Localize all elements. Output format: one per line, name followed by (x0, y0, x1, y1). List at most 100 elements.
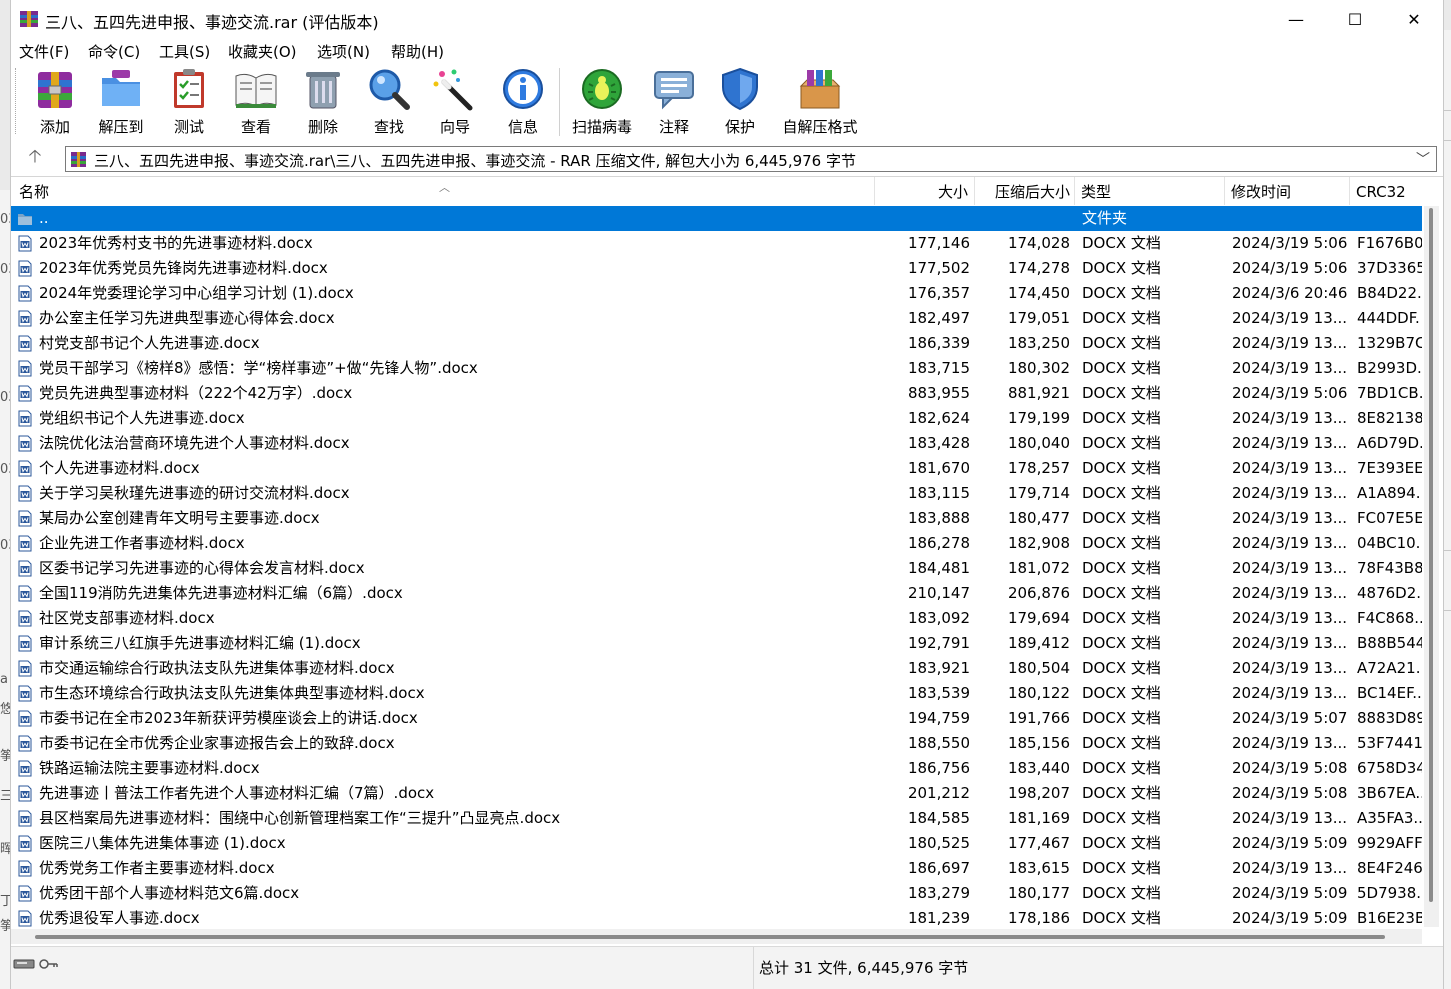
add-button[interactable]: 添加 (31, 66, 79, 138)
file-row[interactable]: 县区档案局先进事迹材料：围绕中心创新管理档案工作“三提升”凸显亮点.docx 18… (11, 806, 1422, 831)
file-row[interactable]: 法院优化法治营商环境先进个人事迹材料.docx 183,428 180,040 DOC… (11, 431, 1422, 456)
column-header-name[interactable]: 名称 ︿ (11, 177, 875, 205)
docx-file-icon (18, 835, 32, 852)
menu-tools[interactable]: 工具(S) (159, 41, 210, 62)
horizontal-scrollbar[interactable] (11, 929, 1422, 944)
row-size: 183,539 (907, 684, 970, 702)
row-name: 优秀党务工作者主要事迹材料.docx (39, 859, 275, 877)
view-button[interactable]: 查看 (229, 66, 283, 138)
row-size: 184,585 (907, 809, 970, 827)
maximize-button[interactable]: ☐ (1326, 0, 1384, 38)
background-window-strip: 0303030303a悠筝三晖丁筝 (0, 190, 10, 989)
file-row[interactable]: 社区党支部事迹材料.docx 183,092 179,694 DOCX 文档 2024/… (11, 606, 1422, 631)
row-modified: 2024/3/19 13... (1232, 334, 1348, 352)
info-button[interactable]: 信息 (499, 66, 547, 138)
docx-file-icon (18, 885, 32, 902)
docx-file-icon (18, 360, 32, 377)
file-row[interactable]: 办公室主任学习先进典型事迹心得体会.docx 182,497 179,051 DOCX… (11, 306, 1422, 331)
parent-folder-row[interactable]: .. 文件夹 (11, 206, 1422, 231)
vertical-scroll-thumb[interactable] (1429, 208, 1433, 902)
winrar-app-icon[interactable] (19, 9, 39, 29)
row-size: 186,339 (907, 334, 970, 352)
toolbar-grip[interactable] (15, 68, 19, 134)
menu-options[interactable]: 选项(N) (317, 41, 370, 62)
row-packed: 185,156 (1007, 734, 1070, 752)
protect-label: 保护 (724, 118, 755, 136)
row-modified: 2024/3/19 13... (1232, 609, 1348, 627)
protect-button[interactable]: 保护 (716, 66, 764, 138)
extract-to-button[interactable]: 解压到 (93, 66, 149, 138)
row-size: 183,279 (907, 884, 970, 902)
column-header-type[interactable]: 类型 (1075, 177, 1225, 205)
docx-file-icon (18, 535, 32, 552)
file-row[interactable]: 全国119消防先进集体先进事迹材料汇编（6篇）.docx 210,147 206,8… (11, 581, 1422, 606)
close-button[interactable]: ✕ (1385, 0, 1443, 38)
file-row[interactable]: 先进事迹丨普法工作者先进个人事迹材料汇编（7篇）.docx 201,212 198,… (11, 781, 1422, 806)
row-modified: 2024/3/19 13... (1232, 734, 1348, 752)
file-row[interactable]: 医院三八集体先进集体事迹 (1).docx 180,525 177,467 DOCX … (11, 831, 1422, 856)
file-row[interactable]: 2023年优秀党员先锋岗先进事迹材料.docx 177,502 174,278 DOC… (11, 256, 1422, 281)
file-row[interactable]: 市生态环境综合行政执法支队先进集体典型事迹材料.docx 183,539 180,1… (11, 681, 1422, 706)
file-row[interactable]: 党员先进典型事迹材料（222个42万字）.docx 883,955 881,921 D… (11, 381, 1422, 406)
wizard-button[interactable]: 向导 (431, 66, 479, 138)
row-crc32: 8883D89 (1357, 709, 1422, 727)
file-row[interactable]: 优秀退役军人事迹.docx 181,239 178,186 DOCX 文档 2024/3… (11, 906, 1422, 927)
vertical-scrollbar[interactable] (1424, 206, 1439, 927)
file-row[interactable]: 村党支部书记个人先进事迹.docx 186,339 183,250 DOCX 文档 20… (11, 331, 1422, 356)
file-row[interactable]: 2024年党委理论学习中心组学习计划 (1).docx 176,357 174,45… (11, 281, 1422, 306)
row-type: DOCX 文档 (1082, 684, 1161, 702)
file-row[interactable]: 企业先进工作者事迹材料.docx 186,278 182,908 DOCX 文档 202… (11, 531, 1422, 556)
path-combobox[interactable]: 三八、五四先进申报、事迹交流.rar\三八、五四先进申报、事迹交流 - RAR … (65, 146, 1437, 172)
winrar-window: 三八、五四先进申报、事迹交流.rar (评估版本) — ☐ ✕ 文件(F) 命令… (10, 0, 1444, 989)
file-row[interactable]: 党员干部学习《榜样8》感悟：学“榜样事迹”+做“先锋人物”.docx 183,71… (11, 356, 1422, 381)
file-row[interactable]: 区委书记学习先进事迹的心得体会发言材料.docx 184,481 181,072 DO… (11, 556, 1422, 581)
row-packed: 180,477 (1007, 509, 1070, 527)
up-folder-button[interactable]: 🡡 (25, 146, 45, 171)
row-size: 186,278 (907, 534, 970, 552)
file-row[interactable]: 优秀团干部个人事迹材料范文6篇.docx 183,279 180,177 DOCX 文… (11, 881, 1422, 906)
drive-key-icon[interactable] (13, 957, 59, 971)
minimize-button[interactable]: — (1267, 0, 1325, 38)
column-header-packed[interactable]: 压缩后大小 (975, 177, 1075, 205)
row-crc32: A35FA3... (1357, 809, 1422, 827)
menu-file[interactable]: 文件(F) (19, 41, 69, 62)
row-type: DOCX 文档 (1082, 609, 1161, 627)
test-button[interactable]: 测试 (165, 66, 213, 138)
file-row[interactable]: 审计系统三八红旗手先进事迹材料汇编 (1).docx 192,791 189,412… (11, 631, 1422, 656)
row-modified: 2024/3/19 13... (1232, 509, 1348, 527)
virus-scan-button[interactable]: 扫描病毒 (567, 66, 637, 138)
file-row[interactable]: 个人先进事迹材料.docx 181,670 178,257 DOCX 文档 2024/3… (11, 456, 1422, 481)
file-row[interactable]: 2023年优秀村支书的先进事迹材料.docx 177,146 174,028 DOCX… (11, 231, 1422, 256)
folder-icon (18, 214, 32, 225)
file-row[interactable]: 优秀党务工作者主要事迹材料.docx 186,697 183,615 DOCX 文档 2… (11, 856, 1422, 881)
row-size: 182,624 (907, 409, 970, 427)
chevron-down-icon[interactable]: ﹀ (1416, 149, 1430, 169)
docx-file-icon (18, 410, 32, 427)
horizontal-scroll-thumb[interactable] (35, 935, 1385, 939)
row-packed: 183,615 (1007, 859, 1070, 877)
find-button[interactable]: 查找 (365, 66, 413, 138)
column-header-crc32[interactable]: CRC32 (1350, 177, 1433, 205)
menu-commands[interactable]: 命令(C) (88, 41, 140, 62)
file-row[interactable]: 市委书记在全市2023年新获评劳模座谈会上的讲话.docx 194,759 191,… (11, 706, 1422, 731)
menu-help[interactable]: 帮助(H) (391, 41, 444, 62)
background-text-fragment: 三 (0, 789, 10, 804)
row-size: 183,092 (907, 609, 970, 627)
row-size: 188,550 (907, 734, 970, 752)
comment-button[interactable]: 注释 (650, 66, 698, 138)
file-row[interactable]: 铁路运输法院主要事迹材料.docx 186,756 183,440 DOCX 文档 20… (11, 756, 1422, 781)
row-name: 全国119消防先进集体先进事迹材料汇编（6篇）.docx (39, 584, 403, 602)
file-row[interactable]: 市交通运输综合行政执法支队先进集体事迹材料.docx 183,921 180,504… (11, 656, 1422, 681)
row-name: 办公室主任学习先进典型事迹心得体会.docx (39, 309, 335, 327)
file-row[interactable]: 党组织书记个人先进事迹.docx 182,624 179,199 DOCX 文档 202… (11, 406, 1422, 431)
sfx-button[interactable]: 自解压格式 (777, 66, 863, 138)
maximize-icon: ☐ (1347, 9, 1363, 29)
docx-file-icon (18, 310, 32, 327)
file-row[interactable]: 关于学习吴秋瑾先进事迹的研讨交流材料.docx 183,115 179,714 DOC… (11, 481, 1422, 506)
file-row[interactable]: 市委书记在全市优秀企业家事迹报告会上的致辞.docx 188,550 185,156… (11, 731, 1422, 756)
column-header-modified[interactable]: 修改时间 (1225, 177, 1350, 205)
delete-button[interactable]: 删除 (299, 66, 347, 138)
column-header-size[interactable]: 大小 (875, 177, 975, 205)
file-row[interactable]: 某局办公室创建青年文明号主要事迹.docx 183,888 180,477 DOCX … (11, 506, 1422, 531)
menu-favorites[interactable]: 收藏夹(O) (228, 41, 297, 62)
